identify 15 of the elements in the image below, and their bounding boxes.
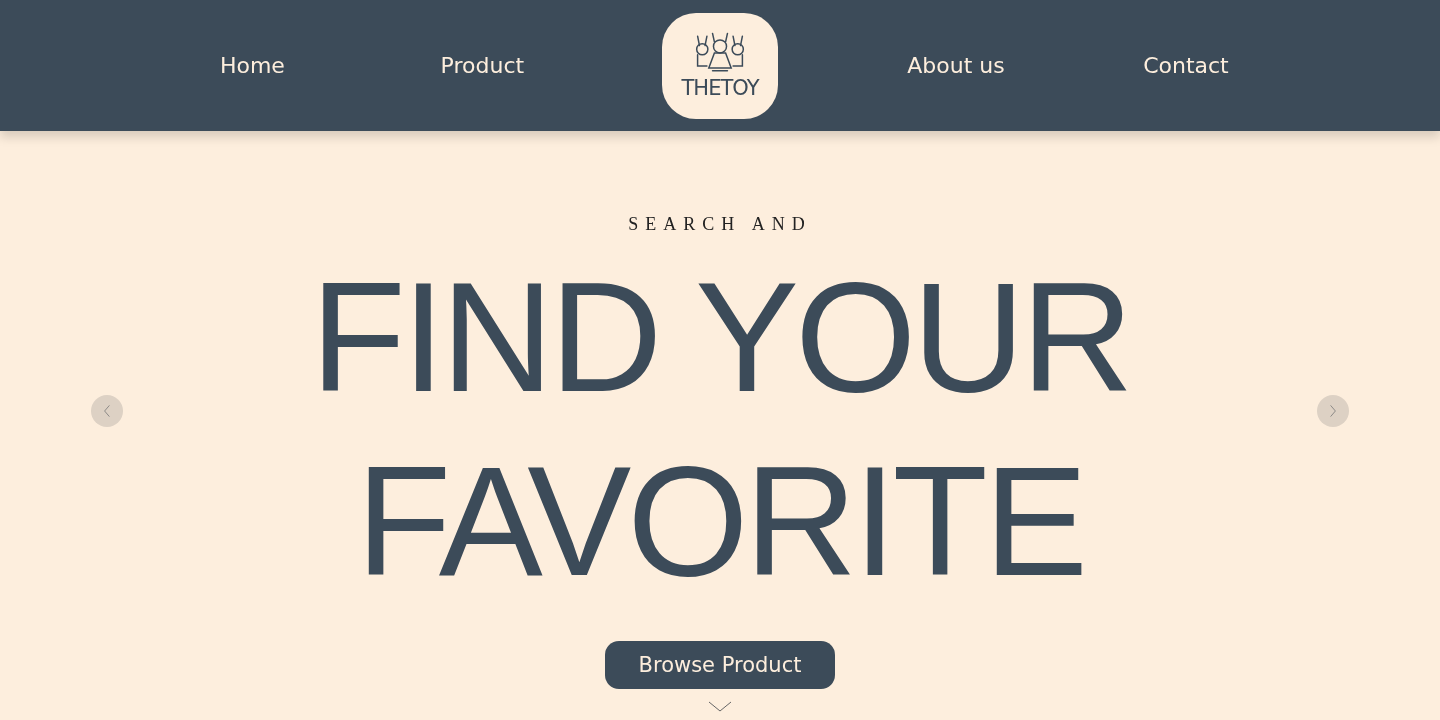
next-slide-button[interactable]	[1317, 394, 1349, 427]
previous-slide-button[interactable]	[91, 394, 123, 427]
chevron-right-icon	[1329, 403, 1337, 418]
hero-headline: FIND YOUR	[310, 249, 1130, 426]
logo[interactable]: THETOY	[662, 12, 778, 119]
nav-link[interactable]: Contact	[1143, 53, 1229, 78]
chevron-left-icon	[103, 403, 111, 418]
chevron-down-icon[interactable]	[708, 701, 732, 713]
logo-text: THETOY	[681, 75, 759, 100]
nav-link[interactable]: Home	[219, 53, 285, 78]
hero-headline: FAVORITE	[356, 433, 1084, 610]
browse-product-button[interactable]: Browse Product	[604, 641, 836, 689]
hero-kicker: SEARCH AND	[628, 214, 812, 235]
nav-link[interactable]: Product	[440, 53, 525, 78]
nav-link[interactable]: About us	[907, 53, 1005, 78]
